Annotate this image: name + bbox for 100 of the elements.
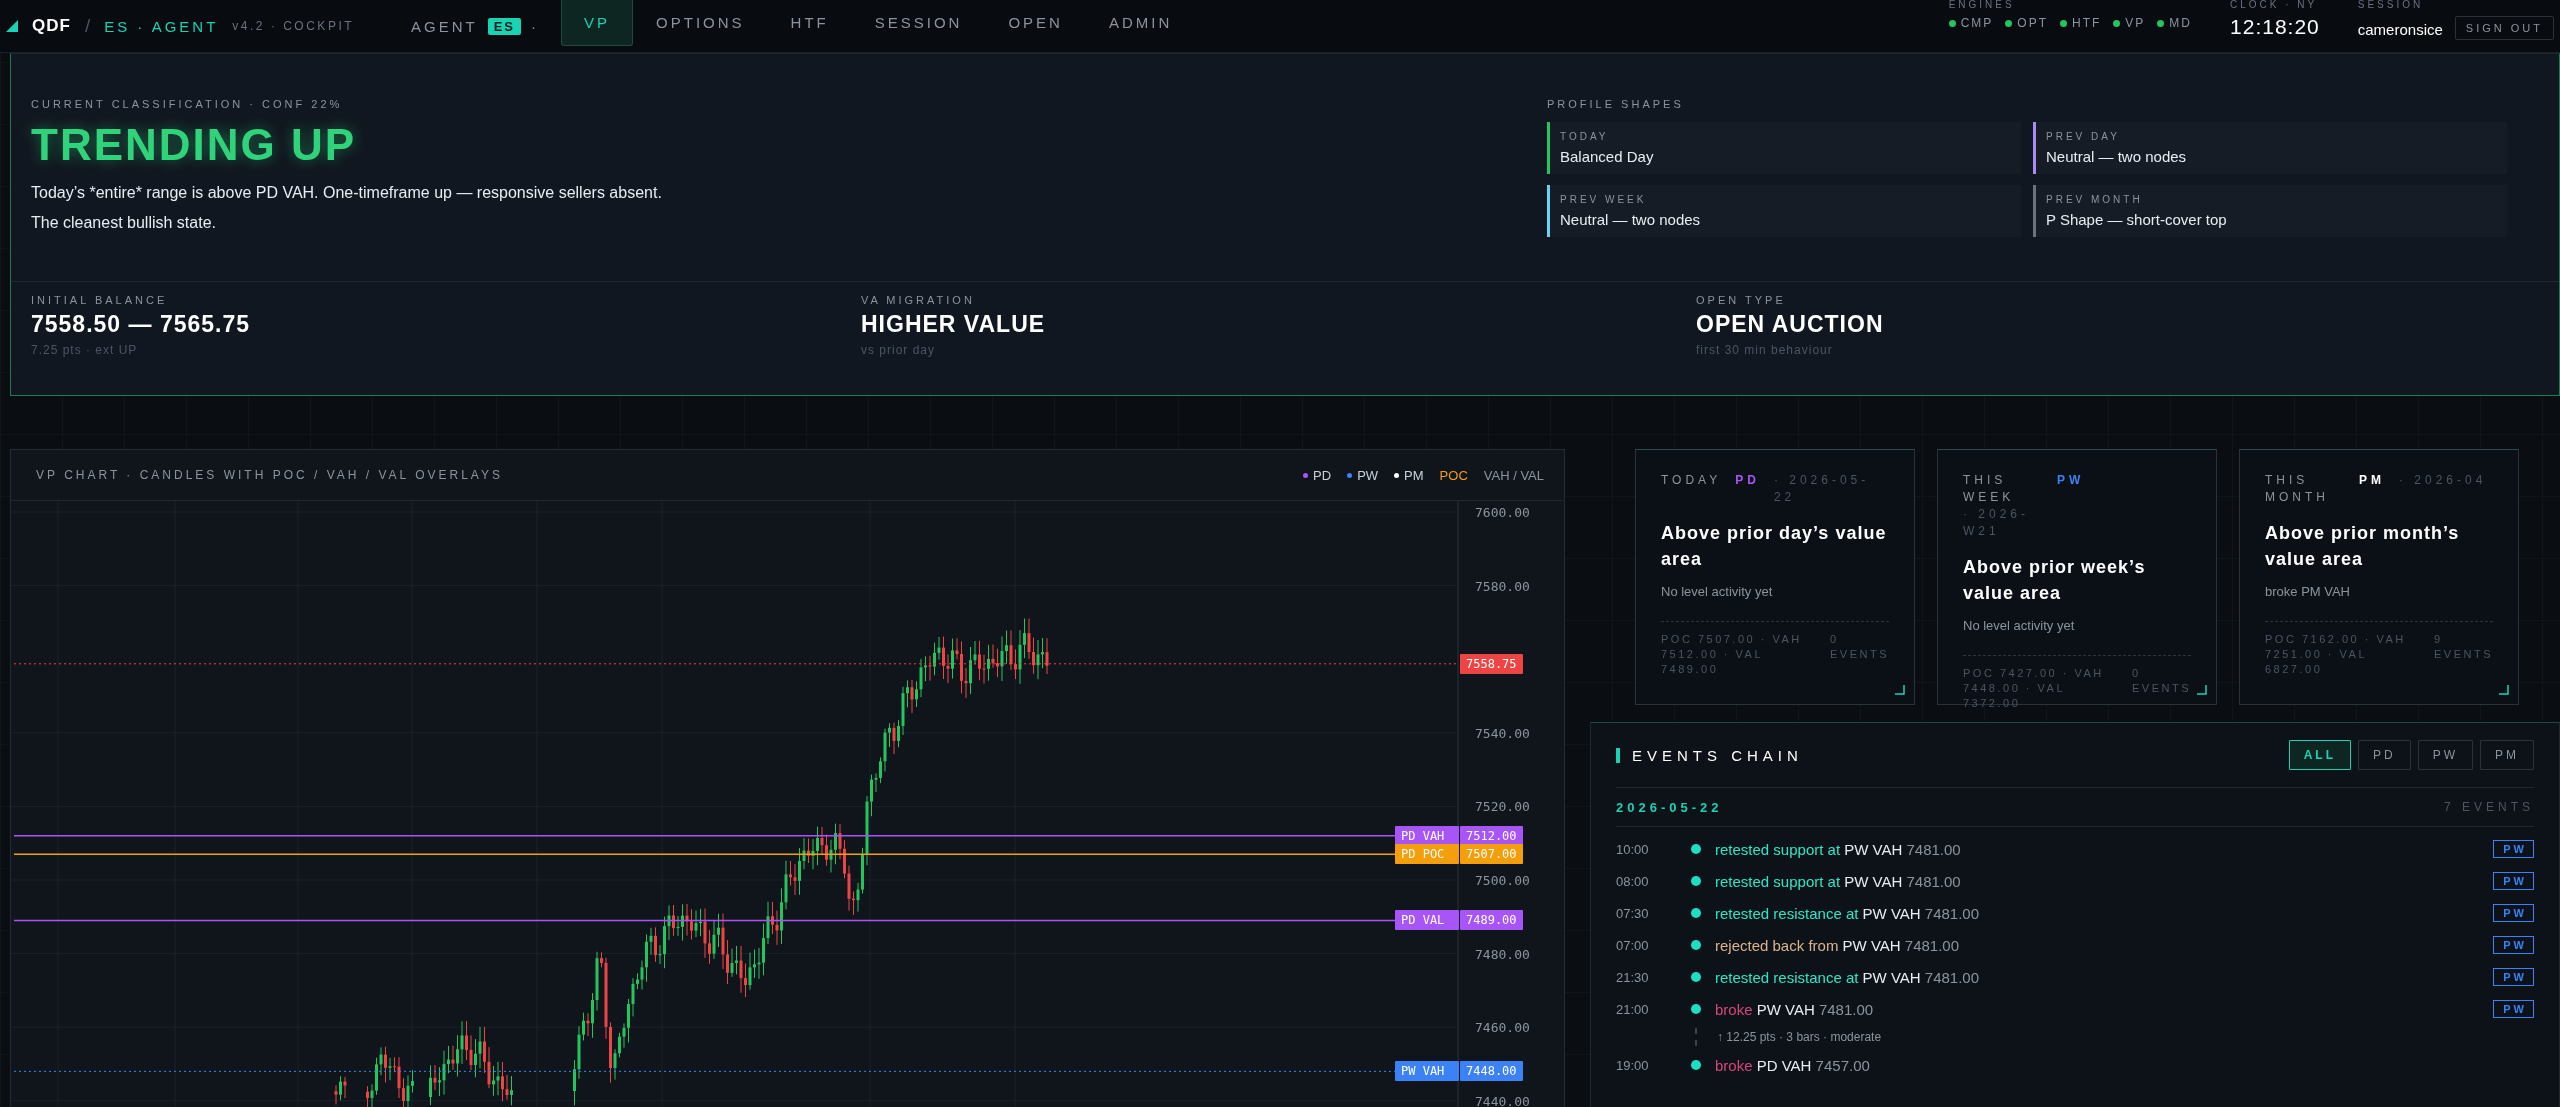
clock-label: CLOCK · NY: [2230, 0, 2319, 10]
filter-button[interactable]: ALL: [2288, 740, 2351, 770]
stat-note: first 30 min behaviour: [1696, 343, 1834, 357]
shape-label: PREV DAY: [2046, 131, 2121, 142]
period-date: · 2026-W21: [1963, 506, 2031, 540]
event-text: broke PW VAH 7481.00: [1715, 1000, 1875, 1018]
event-text: retested resistance at PW VAH 7481.00: [1715, 968, 1981, 986]
event-tag: PW: [2493, 904, 2534, 922]
stat-value: 7558.50 — 7565.75: [31, 311, 252, 338]
event-dot: [1691, 1004, 1701, 1014]
engine-name: OPT: [2017, 16, 2048, 30]
clock-time: 12:18:20: [2230, 16, 2320, 38]
chart-title: VP CHART · CANDLES WITH POC / VAH / VAL OVERLAYS: [36, 468, 503, 482]
event-tag: PW: [2493, 936, 2534, 954]
product-name: ES · AGENT: [104, 17, 219, 35]
event-time: 07:30: [1616, 905, 1650, 921]
event-count: 0 EVENTS: [1830, 632, 1889, 662]
event-count: 0 EVENTS: [2132, 666, 2191, 696]
event-tag: PW: [2493, 1000, 2534, 1018]
legend-label: PW: [1357, 467, 1379, 483]
period-date: · 2026-04: [2399, 472, 2487, 489]
engine-name: MD: [2169, 16, 2193, 30]
axis-label: 7540.00: [1475, 725, 1530, 741]
brand-name: QDF: [32, 16, 71, 36]
period-tag: PD: [1735, 472, 1760, 506]
corner-bracket-icon: [2499, 685, 2509, 695]
stat-label: VA MIGRATION: [861, 294, 976, 306]
events-title: EVENTS CHAIN: [1632, 746, 1803, 764]
period-label: THIS WEEK: [1963, 472, 2016, 506]
legend-label: PM: [1404, 467, 1424, 483]
user-name: cameronsice: [2357, 20, 2443, 40]
legend-label: VAH / VAL: [1483, 467, 1544, 483]
event-tag: PW: [2493, 968, 2534, 986]
event-time: 21:30: [1616, 969, 1650, 985]
period-tag: PM: [2359, 472, 2385, 506]
card-headline: Above prior week’s value area: [1963, 556, 2147, 605]
axis-label: 7600.00: [1475, 504, 1530, 520]
legend-label: PD: [1313, 467, 1332, 483]
event-time: 21:00: [1616, 1001, 1650, 1017]
axis-label: 7500.00: [1475, 872, 1530, 888]
nav-tab[interactable]: OPTIONS: [633, 0, 768, 46]
event-time: 10:00: [1616, 841, 1650, 857]
nav-tab[interactable]: SESSION: [851, 0, 986, 46]
shape-label: TODAY: [1560, 131, 1610, 142]
card-status: broke PM VAH: [2265, 584, 2351, 599]
event-note: ↑ 12.25 pts · 3 bars · moderate: [1717, 1030, 1882, 1044]
event-dot: [1691, 908, 1701, 918]
filter-button[interactable]: PM: [2480, 740, 2534, 770]
shape-value: Neutral — two nodes: [2046, 148, 2188, 165]
filter-button[interactable]: PW: [2417, 740, 2473, 770]
event-time: 19:00: [1616, 1057, 1650, 1073]
period-label: TODAY: [1661, 472, 1722, 489]
nav-tab[interactable]: ADMIN: [1085, 0, 1196, 46]
stat-label: OPEN TYPE: [1696, 294, 1787, 306]
level-stats: POC 7162.00 · VAH 7251.00 · VAL 6827.00: [2265, 632, 2407, 677]
engines-label: ENGINES: [1948, 0, 2016, 10]
card-headline: Above prior month’s value area: [2265, 522, 2461, 571]
shape-value: P Shape — short-cover top: [2046, 211, 2228, 228]
level-label-tag: PD VAH: [1395, 825, 1459, 846]
event-text: retested support at PW VAH 7481.00: [1715, 840, 1962, 858]
shape-value: Neutral — two nodes: [1560, 211, 1702, 228]
nav-tab[interactable]: VP: [561, 0, 634, 46]
level-stats: POC 7427.00 · VAH 7448.00 · VAL 7372.00: [1963, 666, 2105, 711]
level-value-tag: 7489.00: [1460, 910, 1523, 931]
card-status: No level activity yet: [1661, 584, 1774, 599]
sign-out-button[interactable]: SIGN OUT: [2454, 16, 2554, 40]
engine-name: CMP: [1960, 16, 1994, 30]
event-dot: [1691, 876, 1701, 886]
corner-bracket-icon: [2197, 685, 2207, 695]
engine-name: VP: [2125, 16, 2146, 30]
classification-label: CURRENT CLASSIFICATION · CONF 22%: [31, 98, 344, 110]
card-headline: Above prior day’s value area: [1661, 522, 1888, 571]
stat-note: vs prior day: [861, 343, 937, 357]
legend-label: POC: [1439, 467, 1468, 483]
level-value-tag: 7507.00: [1460, 844, 1523, 865]
event-dot: [1691, 1060, 1701, 1070]
event-time: 08:00: [1616, 873, 1650, 889]
agent-menu-dot[interactable]: ·: [531, 17, 540, 35]
nav-tab[interactable]: OPEN: [985, 0, 1086, 46]
separator-text: /: [84, 15, 91, 37]
agent-label: AGENT: [411, 17, 478, 35]
shape-label: PREV MONTH: [2046, 194, 2144, 205]
event-dot: [1691, 940, 1701, 950]
stat-value: HIGHER VALUE: [861, 311, 1047, 338]
filter-button[interactable]: PD: [2358, 740, 2411, 770]
level-value-tag: 7512.00: [1460, 825, 1523, 846]
event-count: 9 EVENTS: [2434, 632, 2493, 662]
events-count: 7 EVENTS: [2443, 800, 2534, 814]
stat-value: OPEN AUCTION: [1696, 311, 1885, 338]
level-label-tag: PD POC: [1395, 844, 1459, 865]
event-time: 07:00: [1616, 937, 1650, 953]
session-label: SESSION: [2357, 0, 2425, 10]
classification-state: TRENDING UP: [31, 120, 358, 170]
description-text: The cleanest bullish state.: [31, 213, 217, 233]
nav-tab[interactable]: HTF: [767, 0, 852, 46]
axis-label: 7460.00: [1475, 1019, 1530, 1035]
axis-label: 7480.00: [1475, 946, 1530, 962]
shape-label: PREV WEEK: [1560, 194, 1648, 205]
event-text: broke PD VAH 7457.00: [1715, 1056, 1871, 1074]
level-label-tag: PD VAL: [1395, 910, 1459, 931]
